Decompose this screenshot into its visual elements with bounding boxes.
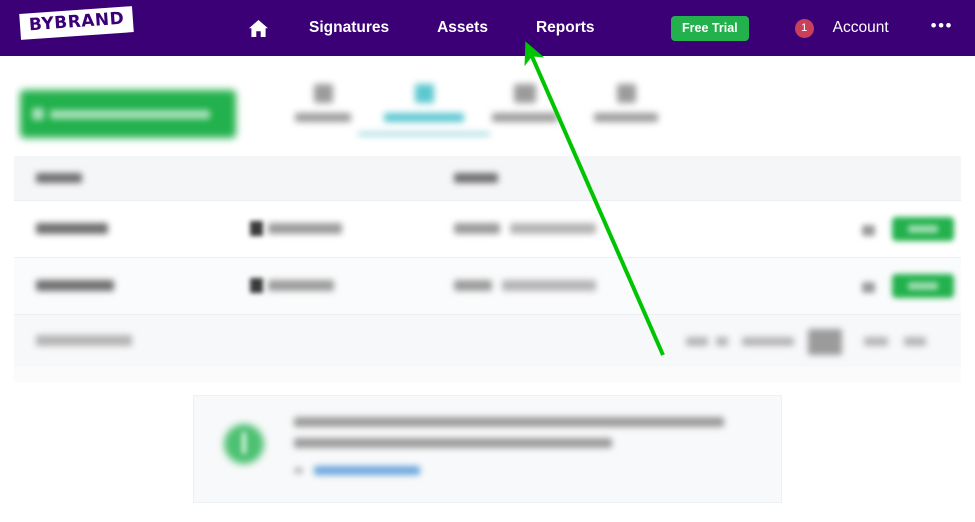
info-card-link[interactable] xyxy=(314,466,420,475)
tab-3-icon xyxy=(514,84,536,103)
info-text-line xyxy=(294,438,612,448)
tab-4[interactable] xyxy=(560,84,692,122)
table-header-row xyxy=(14,156,961,201)
row-meta-secondary xyxy=(502,280,596,291)
free-trial-badge[interactable]: Free Trial xyxy=(671,15,749,41)
column-header-name xyxy=(36,173,82,183)
table-row[interactable] xyxy=(14,201,961,258)
page-body xyxy=(0,56,975,522)
row-document-label xyxy=(268,223,342,234)
account-menu[interactable]: Account xyxy=(833,19,889,37)
nav-item-signatures[interactable]: Signatures xyxy=(285,0,413,56)
tab-2-icon xyxy=(414,84,434,103)
row-name xyxy=(36,280,114,291)
tab-4-label xyxy=(594,113,658,122)
link-bullet-icon xyxy=(294,467,303,474)
nav-item-reports[interactable]: Reports xyxy=(512,0,619,56)
tab-3-label xyxy=(492,113,558,122)
reports-table xyxy=(14,156,961,367)
bybrand-logo[interactable]: BYBRAND xyxy=(19,6,135,40)
info-circle-icon-glyph xyxy=(242,432,246,454)
table-footer xyxy=(14,315,961,367)
info-notice-card xyxy=(193,395,782,503)
pagination-item[interactable] xyxy=(742,337,794,346)
row-meta-primary xyxy=(454,280,492,291)
create-report-button-label xyxy=(50,110,210,119)
active-tab-underline xyxy=(358,132,490,136)
row-action-button-label xyxy=(908,225,938,233)
logo-text: BYBRAND xyxy=(28,8,125,36)
tab-1-icon xyxy=(313,84,333,103)
row-action-button-label xyxy=(908,282,938,290)
reports-card xyxy=(14,60,961,382)
pagination-item[interactable] xyxy=(716,337,728,346)
tab-1-label xyxy=(295,113,351,122)
notification-badge[interactable]: 1 xyxy=(794,18,814,38)
row-meta-primary xyxy=(454,223,500,234)
column-header-status xyxy=(454,173,498,183)
nav-right-group: Free Trial 1 Account ••• xyxy=(671,0,961,56)
plus-icon xyxy=(32,108,44,120)
card-toolbar xyxy=(14,60,961,156)
tab-4-icon xyxy=(616,84,636,103)
primary-nav: Signatures Assets Reports xyxy=(232,0,619,56)
row-action-icon[interactable] xyxy=(862,282,875,293)
info-text-line xyxy=(294,417,724,427)
report-tabs xyxy=(257,60,961,156)
tab-2-label xyxy=(384,113,464,122)
document-icon xyxy=(250,221,263,236)
pagination-item[interactable] xyxy=(864,337,888,346)
document-icon xyxy=(250,278,263,293)
table-row[interactable] xyxy=(14,258,961,315)
nav-item-assets[interactable]: Assets xyxy=(413,0,512,56)
home-icon[interactable] xyxy=(232,19,285,38)
row-document-label xyxy=(268,280,334,291)
pagination-current-page[interactable] xyxy=(808,329,842,355)
row-name xyxy=(36,223,108,234)
pagination-item[interactable] xyxy=(904,337,926,346)
row-meta-secondary xyxy=(510,223,596,234)
pagination-item[interactable] xyxy=(686,337,708,346)
results-summary xyxy=(36,335,132,346)
row-action-icon[interactable] xyxy=(862,225,875,236)
top-navigation-bar: BYBRAND Signatures Assets Reports Free T… xyxy=(0,0,975,56)
ellipsis-icon[interactable]: ••• xyxy=(931,17,953,40)
